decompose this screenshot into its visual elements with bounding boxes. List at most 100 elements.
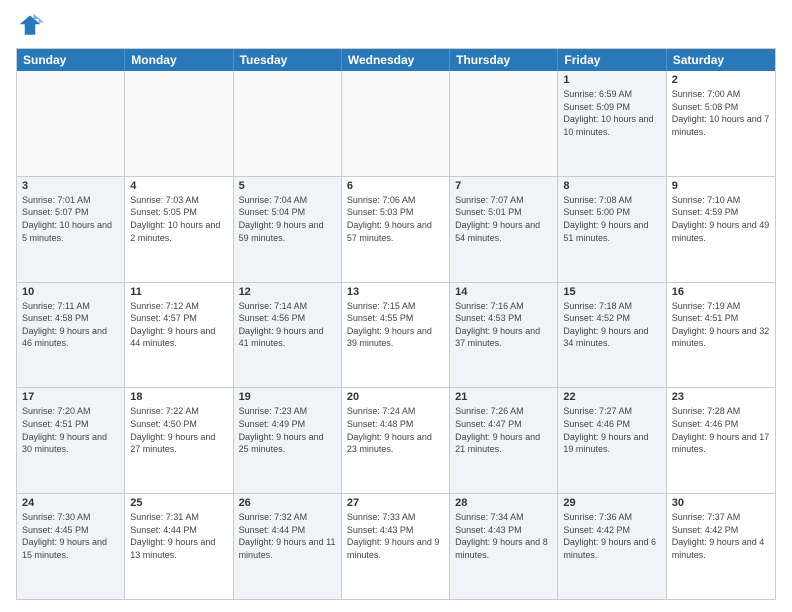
day-number: 10: [22, 286, 119, 298]
day-info: Sunrise: 7:22 AM Sunset: 4:50 PM Dayligh…: [130, 405, 227, 455]
calendar-cell: 30Sunrise: 7:37 AM Sunset: 4:42 PM Dayli…: [667, 494, 775, 599]
day-info: Sunrise: 7:07 AM Sunset: 5:01 PM Dayligh…: [455, 194, 552, 244]
calendar-cell: 11Sunrise: 7:12 AM Sunset: 4:57 PM Dayli…: [125, 283, 233, 388]
calendar-cell: 19Sunrise: 7:23 AM Sunset: 4:49 PM Dayli…: [234, 388, 342, 493]
calendar-row: 24 Sunrise: 7:30 AM Sunset: 4:45 PM Dayli…: [17, 493, 775, 599]
header: [16, 12, 776, 40]
weekday-header: Thursday: [450, 49, 558, 71]
day-number: 14: [455, 286, 552, 298]
day-number: 9: [672, 180, 770, 192]
day-number: 18: [130, 391, 227, 403]
calendar-cell: [17, 71, 125, 176]
calendar-row: 10Sunrise: 7:11 AM Sunset: 4:58 PM Dayli…: [17, 282, 775, 388]
day-info: Sunrise: 7:34 AM Sunset: 4:43 PM Dayligh…: [455, 511, 552, 561]
day-number: 26: [239, 497, 336, 509]
day-number: 3: [22, 180, 119, 192]
day-number: 13: [347, 286, 444, 298]
day-info: Sunrise: 7:16 AM Sunset: 4:53 PM Dayligh…: [455, 300, 552, 350]
day-info: Sunrise: 7:23 AM Sunset: 4:49 PM Dayligh…: [239, 405, 336, 455]
calendar-cell: 25 Sunrise: 7:31 AM Sunset: 4:44 PM Dayli…: [125, 494, 233, 599]
day-number: 25: [130, 497, 227, 509]
logo-icon: [16, 12, 44, 40]
calendar-cell: 5Sunrise: 7:04 AM Sunset: 5:04 PM Daylig…: [234, 177, 342, 282]
day-info: Sunrise: 7:12 AM Sunset: 4:57 PM Dayligh…: [130, 300, 227, 350]
calendar-cell: 4 Sunrise: 7:03 AM Sunset: 5:05 PM Daylig…: [125, 177, 233, 282]
day-number: 22: [563, 391, 660, 403]
day-number: 8: [563, 180, 660, 192]
day-info: Sunrise: 7:24 AM Sunset: 4:48 PM Dayligh…: [347, 405, 444, 455]
calendar-cell: 10Sunrise: 7:11 AM Sunset: 4:58 PM Dayli…: [17, 283, 125, 388]
calendar-cell: 18 Sunrise: 7:22 AM Sunset: 4:50 PM Dayli…: [125, 388, 233, 493]
day-number: 23: [672, 391, 770, 403]
day-info: Sunrise: 7:03 AM Sunset: 5:05 PM Dayligh…: [130, 194, 227, 244]
day-number: 29: [563, 497, 660, 509]
day-info: Sunrise: 7:31 AM Sunset: 4:44 PM Dayligh…: [130, 511, 227, 561]
calendar-cell: 22 Sunrise: 7:27 AM Sunset: 4:46 PM Dayli…: [558, 388, 666, 493]
calendar-cell: 28Sunrise: 7:34 AM Sunset: 4:43 PM Dayli…: [450, 494, 558, 599]
day-number: 17: [22, 391, 119, 403]
day-number: 20: [347, 391, 444, 403]
day-info: Sunrise: 7:33 AM Sunset: 4:43 PM Dayligh…: [347, 511, 444, 561]
day-number: 6: [347, 180, 444, 192]
calendar-cell: 3 Sunrise: 7:01 AM Sunset: 5:07 PM Daylig…: [17, 177, 125, 282]
day-info: Sunrise: 7:36 AM Sunset: 4:42 PM Dayligh…: [563, 511, 660, 561]
calendar-cell: 13 Sunrise: 7:15 AM Sunset: 4:55 PM Dayli…: [342, 283, 450, 388]
day-info: Sunrise: 7:01 AM Sunset: 5:07 PM Dayligh…: [22, 194, 119, 244]
calendar-cell: [450, 71, 558, 176]
calendar-header: SundayMondayTuesdayWednesdayThursdayFrid…: [17, 49, 775, 71]
day-info: Sunrise: 7:18 AM Sunset: 4:52 PM Dayligh…: [563, 300, 660, 350]
day-info: Sunrise: 7:37 AM Sunset: 4:42 PM Dayligh…: [672, 511, 770, 561]
calendar-cell: [342, 71, 450, 176]
calendar-row: 1 Sunrise: 6:59 AM Sunset: 5:09 PM Daylig…: [17, 71, 775, 176]
calendar-cell: 26Sunrise: 7:32 AM Sunset: 4:44 PM Dayli…: [234, 494, 342, 599]
calendar-cell: 12Sunrise: 7:14 AM Sunset: 4:56 PM Dayli…: [234, 283, 342, 388]
weekday-header: Monday: [125, 49, 233, 71]
logo: [16, 12, 48, 40]
calendar-cell: 23Sunrise: 7:28 AM Sunset: 4:46 PM Dayli…: [667, 388, 775, 493]
calendar-row: 3 Sunrise: 7:01 AM Sunset: 5:07 PM Daylig…: [17, 176, 775, 282]
day-number: 12: [239, 286, 336, 298]
day-number: 24: [22, 497, 119, 509]
day-number: 7: [455, 180, 552, 192]
calendar-cell: 8 Sunrise: 7:08 AM Sunset: 5:00 PM Daylig…: [558, 177, 666, 282]
day-info: Sunrise: 7:30 AM Sunset: 4:45 PM Dayligh…: [22, 511, 119, 561]
calendar-cell: [125, 71, 233, 176]
calendar-cell: 27 Sunrise: 7:33 AM Sunset: 4:43 PM Dayli…: [342, 494, 450, 599]
day-number: 4: [130, 180, 227, 192]
calendar-cell: 1 Sunrise: 6:59 AM Sunset: 5:09 PM Daylig…: [558, 71, 666, 176]
day-info: Sunrise: 7:19 AM Sunset: 4:51 PM Dayligh…: [672, 300, 770, 350]
day-number: 2: [672, 74, 770, 86]
day-info: Sunrise: 7:10 AM Sunset: 4:59 PM Dayligh…: [672, 194, 770, 244]
calendar: SundayMondayTuesdayWednesdayThursdayFrid…: [16, 48, 776, 600]
calendar-cell: 6 Sunrise: 7:06 AM Sunset: 5:03 PM Daylig…: [342, 177, 450, 282]
day-number: 16: [672, 286, 770, 298]
day-info: Sunrise: 6:59 AM Sunset: 5:09 PM Dayligh…: [563, 88, 660, 138]
calendar-cell: 2Sunrise: 7:00 AM Sunset: 5:08 PM Daylig…: [667, 71, 775, 176]
calendar-body: 1 Sunrise: 6:59 AM Sunset: 5:09 PM Daylig…: [17, 71, 775, 599]
day-info: Sunrise: 7:08 AM Sunset: 5:00 PM Dayligh…: [563, 194, 660, 244]
weekday-header: Saturday: [667, 49, 775, 71]
day-info: Sunrise: 7:27 AM Sunset: 4:46 PM Dayligh…: [563, 405, 660, 455]
calendar-cell: 17 Sunrise: 7:20 AM Sunset: 4:51 PM Dayli…: [17, 388, 125, 493]
weekday-header: Wednesday: [342, 49, 450, 71]
day-info: Sunrise: 7:26 AM Sunset: 4:47 PM Dayligh…: [455, 405, 552, 455]
weekday-header: Sunday: [17, 49, 125, 71]
calendar-cell: 15 Sunrise: 7:18 AM Sunset: 4:52 PM Dayli…: [558, 283, 666, 388]
weekday-header: Tuesday: [234, 49, 342, 71]
day-number: 1: [563, 74, 660, 86]
day-info: Sunrise: 7:20 AM Sunset: 4:51 PM Dayligh…: [22, 405, 119, 455]
day-number: 15: [563, 286, 660, 298]
day-info: Sunrise: 7:06 AM Sunset: 5:03 PM Dayligh…: [347, 194, 444, 244]
day-number: 27: [347, 497, 444, 509]
calendar-cell: 14 Sunrise: 7:16 AM Sunset: 4:53 PM Dayli…: [450, 283, 558, 388]
calendar-cell: [234, 71, 342, 176]
calendar-cell: 24 Sunrise: 7:30 AM Sunset: 4:45 PM Dayli…: [17, 494, 125, 599]
day-info: Sunrise: 7:04 AM Sunset: 5:04 PM Dayligh…: [239, 194, 336, 244]
day-info: Sunrise: 7:15 AM Sunset: 4:55 PM Dayligh…: [347, 300, 444, 350]
calendar-cell: 29 Sunrise: 7:36 AM Sunset: 4:42 PM Dayli…: [558, 494, 666, 599]
calendar-cell: 7 Sunrise: 7:07 AM Sunset: 5:01 PM Daylig…: [450, 177, 558, 282]
calendar-cell: 21 Sunrise: 7:26 AM Sunset: 4:47 PM Dayli…: [450, 388, 558, 493]
calendar-cell: 16 Sunrise: 7:19 AM Sunset: 4:51 PM Dayli…: [667, 283, 775, 388]
day-number: 21: [455, 391, 552, 403]
calendar-cell: 20 Sunrise: 7:24 AM Sunset: 4:48 PM Dayli…: [342, 388, 450, 493]
